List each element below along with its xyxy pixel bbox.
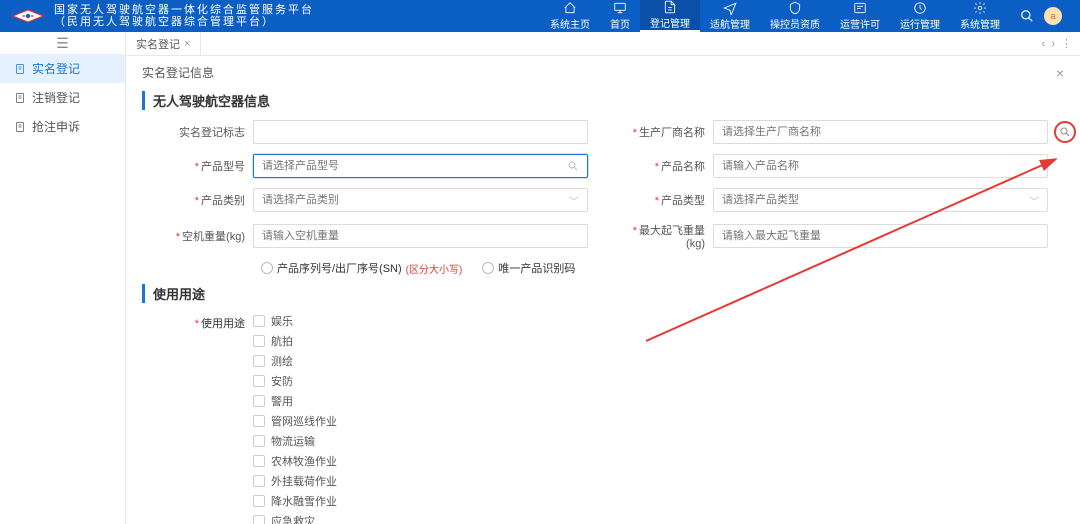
radio-sn[interactable]: 产品序列号/出厂序号(SN)(区分大小写) <box>261 260 462 276</box>
operation-icon <box>913 1 927 15</box>
usage-option[interactable]: 应急救灾 <box>253 513 337 524</box>
close-icon[interactable]: × <box>184 38 190 50</box>
checkbox-icon <box>253 395 265 407</box>
panel-title: 实名登记信息 <box>142 64 214 81</box>
usage-option[interactable]: 测绘 <box>253 353 337 369</box>
tab-prev-icon[interactable]: ‹ <box>1042 38 1046 50</box>
top-nav: 系统主页 首页 登记管理 适航管理 操控员资质 运营许可 运行管理 系统管理 <box>540 0 1010 32</box>
checkbox-icon <box>253 315 265 327</box>
label-mfr: 生产厂商名称 <box>618 124 713 140</box>
nav-operator-qual[interactable]: 操控员资质 <box>760 0 830 32</box>
label-prodname: 产品名称 <box>618 158 713 174</box>
usage-option[interactable]: 安防 <box>253 373 337 389</box>
label-empty-wt: 空机重量(kg) <box>158 228 253 244</box>
radio-icon <box>261 262 273 274</box>
usage-option[interactable]: 娱乐 <box>253 313 337 329</box>
usage-option[interactable]: 降水融雪作业 <box>253 493 337 509</box>
nav-airworthiness[interactable]: 适航管理 <box>700 0 760 32</box>
mfr-search-button[interactable] <box>1054 121 1076 143</box>
usage-option[interactable]: 航拍 <box>253 333 337 349</box>
tab-realname[interactable]: 实名登记 × <box>126 32 201 55</box>
nav-operation-license[interactable]: 运营许可 <box>830 0 890 32</box>
tab-bar: 实名登记 × ‹ › ⋮ <box>126 32 1080 56</box>
input-prodname[interactable] <box>713 154 1048 178</box>
checkbox-icon <box>253 355 265 367</box>
checkbox-icon <box>253 495 265 507</box>
license-icon <box>853 1 867 15</box>
nav-system-mgmt[interactable]: 系统管理 <box>950 0 1010 32</box>
tab-nav-controls: ‹ › ⋮ <box>1034 32 1080 55</box>
register-icon <box>663 0 677 14</box>
select-model[interactable] <box>253 154 588 178</box>
header-right: a <box>1010 7 1072 25</box>
search-icon <box>1059 126 1071 138</box>
app-title-line2: （民用无人驾驶航空器综合管理平台） <box>54 16 314 28</box>
shield-icon <box>788 1 802 15</box>
radio-icon <box>482 262 494 274</box>
input-empty-wt[interactable] <box>253 224 588 248</box>
search-icon[interactable] <box>1020 9 1034 23</box>
radio-uid[interactable]: 唯一产品识别码 <box>482 260 575 276</box>
label-reg-id: 实名登记标志 <box>158 124 253 140</box>
input-mtow[interactable] <box>713 224 1048 248</box>
sidebar-toggle[interactable]: ☰ <box>0 32 125 54</box>
gear-icon <box>973 1 987 15</box>
select-prodcat[interactable]: ﹀ <box>253 188 588 212</box>
main-area: 实名登记 × ‹ › ⋮ 实名登记信息 × 无人驾驶航空器信息 实名登记标志 <box>126 32 1080 524</box>
home-icon <box>563 1 577 15</box>
nav-system-home[interactable]: 系统主页 <box>540 0 600 32</box>
nav-registration[interactable]: 登记管理 <box>640 0 700 32</box>
monitor-icon <box>613 1 627 15</box>
checkbox-icon <box>253 335 265 347</box>
plane-icon <box>723 1 737 15</box>
label-usage: 使用用途 <box>158 313 253 524</box>
doc-icon <box>14 92 26 104</box>
tab-next-icon[interactable]: › <box>1051 38 1055 50</box>
select-prodtype[interactable]: ﹀ <box>713 188 1048 212</box>
checkbox-icon <box>253 475 265 487</box>
avatar[interactable]: a <box>1044 7 1062 25</box>
usage-list: 娱乐 航拍 测绘 安防 警用 管网巡线作业 物流运输 农林牧渔作业 外挂载荷作业… <box>253 313 337 524</box>
label-model: 产品型号 <box>158 158 253 174</box>
label-mtow: 最大起飞重量(kg) <box>618 222 713 250</box>
search-icon <box>567 160 579 172</box>
label-prodtype: 产品类型 <box>618 192 713 208</box>
input-mfr[interactable] <box>713 120 1048 144</box>
checkbox-icon <box>253 375 265 387</box>
checkbox-icon <box>253 455 265 467</box>
app-title-line1: 国家无人驾驶航空器一体化综合监管服务平台 <box>54 4 314 16</box>
app-header: 国家无人驾驶航空器一体化综合监管服务平台 （民用无人驾驶航空器综合管理平台） 系… <box>0 0 1080 32</box>
nav-operation-mgmt[interactable]: 运行管理 <box>890 0 950 32</box>
section-uav-info-title: 无人驾驶航空器信息 <box>142 91 1068 110</box>
doc-icon <box>14 121 26 133</box>
usage-option[interactable]: 外挂载荷作业 <box>253 473 337 489</box>
checkbox-icon <box>253 415 265 427</box>
sidebar-item-cancel[interactable]: 注销登记 <box>0 83 125 112</box>
sidebar-item-realname[interactable]: 实名登记 <box>0 54 125 83</box>
usage-option[interactable]: 物流运输 <box>253 433 337 449</box>
sidebar-item-appeal[interactable]: 抢注申诉 <box>0 112 125 141</box>
nav-home[interactable]: 首页 <box>600 0 640 32</box>
usage-option[interactable]: 管网巡线作业 <box>253 413 337 429</box>
doc-icon <box>14 63 26 75</box>
content-panel: 实名登记信息 × 无人驾驶航空器信息 实名登记标志 生产厂商名称 产品型号 <box>126 56 1080 524</box>
checkbox-icon <box>253 515 265 524</box>
label-prodcat: 产品类别 <box>158 192 253 208</box>
sidebar: ☰ 实名登记 注销登记 抢注申诉 <box>0 32 126 524</box>
usage-option[interactable]: 农林牧渔作业 <box>253 453 337 469</box>
panel-close-icon[interactable]: × <box>1056 65 1064 81</box>
section-usage-title: 使用用途 <box>142 284 1068 303</box>
checkbox-icon <box>253 435 265 447</box>
app-title: 国家无人驾驶航空器一体化综合监管服务平台 （民用无人驾驶航空器综合管理平台） <box>54 4 314 28</box>
tab-menu-icon[interactable]: ⋮ <box>1061 37 1072 50</box>
logo-icon <box>8 4 48 28</box>
input-reg-id[interactable] <box>253 120 588 144</box>
chevron-down-icon: ﹀ <box>1029 193 1039 208</box>
usage-option[interactable]: 警用 <box>253 393 337 409</box>
chevron-down-icon: ﹀ <box>569 193 579 208</box>
